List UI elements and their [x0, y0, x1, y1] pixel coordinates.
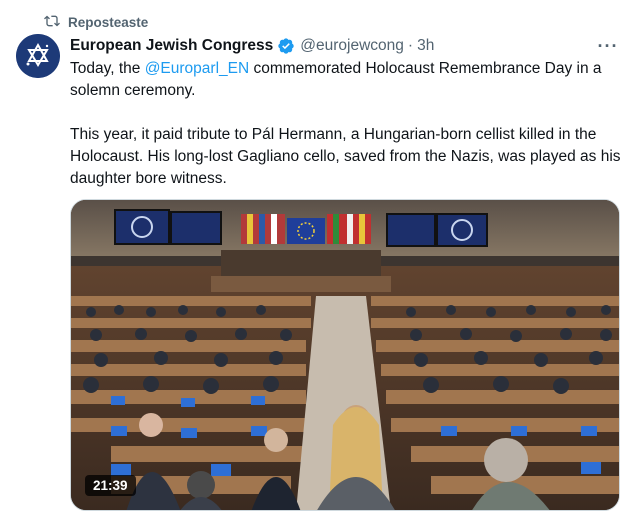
video-frame [71, 200, 619, 510]
author-name[interactable]: European Jewish Congress [70, 37, 273, 55]
avatar[interactable] [16, 34, 60, 78]
tweet-header: European Jewish Congress @eurojewcong · … [70, 35, 624, 57]
video-duration-badge: 21:39 [85, 475, 136, 496]
tweet-paragraph-1: Today, the @Europarl_EN commemorated Hol… [70, 58, 630, 102]
mention-link[interactable]: @Europarl_EN [145, 60, 249, 77]
star-of-david-icon [16, 34, 60, 78]
repost-icon [44, 13, 60, 32]
tweet-card[interactable]: Reposteaste European Jewish Congress @eu… [0, 0, 640, 524]
timestamp[interactable]: 3h [417, 37, 434, 55]
separator-dot: · [407, 37, 414, 54]
tweet-paragraph-2: This year, it paid tribute to Pál Herman… [70, 126, 621, 187]
tweet-text: Today, the @Europarl_EN commemorated Hol… [70, 58, 630, 190]
verified-badge-icon[interactable] [277, 37, 295, 55]
repost-label: Reposteaste [68, 14, 149, 30]
text-segment: Today, the [70, 60, 145, 77]
author-handle[interactable]: @eurojewcong [300, 37, 404, 55]
video-player[interactable]: 21:39 [70, 199, 620, 511]
more-options-icon[interactable]: ··· [594, 33, 622, 59]
repost-indicator[interactable]: Reposteaste [44, 12, 148, 32]
